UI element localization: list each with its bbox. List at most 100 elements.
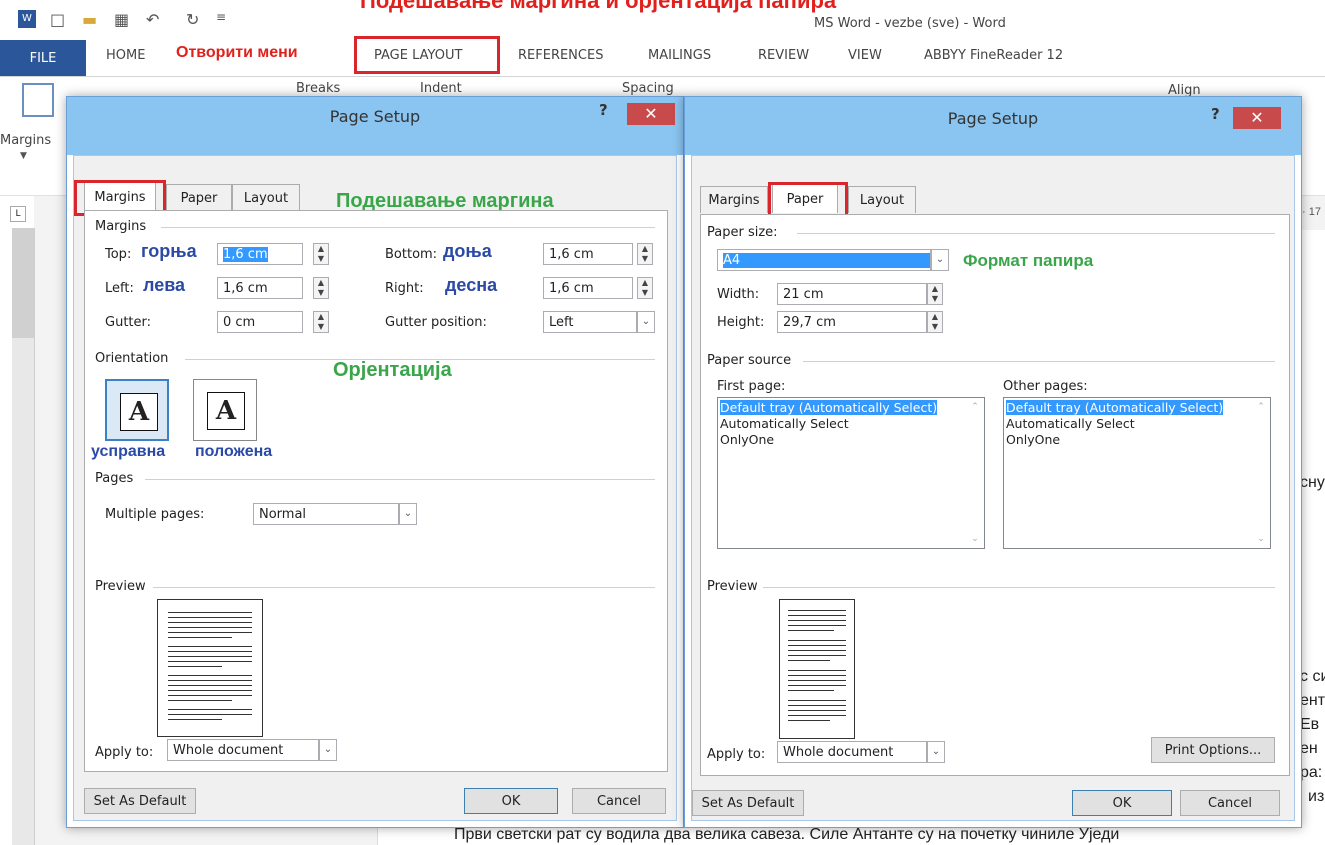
page-preview [157,599,263,737]
set-as-default-button[interactable]: Set As Default [692,790,804,816]
print-options-button[interactable]: Print Options... [1151,737,1275,763]
bottom-label: Bottom: [385,247,438,262]
dialog-title: Page Setup [947,109,1039,128]
chevron-down-icon[interactable]: ▼ [20,151,27,161]
doc-fragment: из [1308,788,1325,805]
gutter-input[interactable]: 0 cm [217,311,303,333]
bottom-margin-input[interactable]: 1,6 cm [543,243,633,265]
ok-button[interactable]: OK [1072,790,1172,816]
annotation-orientation: Орјентација [333,359,452,381]
annotation-top: горња [141,241,197,261]
annotation-landscape: положена [195,443,273,460]
height-spinner[interactable]: ▲ ▼ [927,311,943,333]
paper-size-value: A4 [723,252,930,268]
top-label: Top: [105,247,132,262]
scroll-up-icon[interactable]: ⌃ [1254,402,1268,412]
dialog-title: Page Setup [329,107,421,126]
width-input[interactable]: 21 cm [777,283,927,305]
other-pages-list[interactable]: Default tray (Automatically Select) Auto… [1003,397,1271,549]
redo-icon[interactable]: ↻ [186,10,199,29]
close-button[interactable]: ✕ [1233,107,1281,129]
page-setup-dialog-margins: Page Setup ? ✕ Margins Paper Layout Поде… [66,96,684,828]
width-spinner[interactable]: ▲ ▼ [927,283,943,305]
top-margin-input[interactable]: 1,6 cm [217,243,303,265]
doc-bottom-line: Први светски рат су водила два велика са… [454,826,1120,843]
left-margin-spinner[interactable]: ▲ ▼ [313,277,329,299]
tab-home[interactable]: HOME [106,48,145,63]
right-margin-input[interactable]: 1,6 cm [543,277,633,299]
tab-abbyy[interactable]: ABBYY FineReader 12 [924,48,1063,63]
other-pages-label: Other pages: [1003,379,1088,394]
chevron-down-icon[interactable]: ⌄ [637,311,655,333]
left-label: Left: [105,281,134,296]
open-folder-icon[interactable]: ▬ [82,10,97,29]
chevron-down-icon[interactable]: ⌄ [399,503,417,525]
list-item[interactable]: OnlyOne [1006,432,1060,447]
tab-layout[interactable]: Layout [232,184,300,211]
cancel-button[interactable]: Cancel [572,788,666,814]
landscape-button[interactable]: A [193,379,257,441]
margins-icon[interactable] [22,83,54,117]
multiple-pages-select[interactable]: Normal [253,503,399,525]
left-margin-input[interactable]: 1,6 cm [217,277,303,299]
customize-toolbar-icon[interactable]: ≡ [216,10,226,24]
scroll-down-icon[interactable]: ⌄ [968,534,982,544]
list-item[interactable]: Default tray (Automatically Select) [1006,400,1224,415]
tab-mailings[interactable]: MAILINGS [648,48,711,63]
gutter-position-select[interactable]: Left [543,311,637,333]
chevron-down-icon[interactable]: ⌄ [319,739,337,761]
title-bar: W □ ▬ ▦ ↶ ↻ ≡ Подешавање маргина и орјен… [0,0,1325,40]
chevron-down-icon[interactable]: ⌄ [931,249,949,271]
height-input[interactable]: 29,7 cm [777,311,927,333]
section-pages: Pages [95,471,134,486]
right-margin-spinner[interactable]: ▲ ▼ [637,277,653,299]
close-button[interactable]: ✕ [627,103,675,125]
ribbon-breaks-label[interactable]: Breaks [296,81,340,96]
list-item[interactable]: Automatically Select [720,416,849,431]
first-page-list[interactable]: Default tray (Automatically Select) Auto… [717,397,985,549]
tab-file[interactable]: FILE [0,40,86,76]
vertical-ruler [12,228,35,845]
tab-margins[interactable]: Margins [700,186,768,213]
tab-review[interactable]: REVIEW [758,48,809,63]
gutter-label: Gutter: [105,315,152,330]
set-as-default-button[interactable]: Set As Default [84,788,196,814]
tab-layout[interactable]: Layout [848,186,916,213]
tab-view[interactable]: VIEW [848,48,882,63]
apply-to-select[interactable]: Whole document [167,739,319,761]
help-button[interactable]: ? [599,101,608,119]
ribbon-margins-label[interactable]: Margins [0,133,51,148]
new-document-icon[interactable]: □ [50,10,65,29]
ok-button[interactable]: OK [464,788,558,814]
chevron-down-icon[interactable]: ⌄ [927,741,945,763]
bottom-margin-spinner[interactable]: ▲ ▼ [637,243,653,265]
annotation-bottom: доња [443,241,492,261]
annotation-right: десна [445,275,498,295]
help-button[interactable]: ? [1211,105,1220,123]
portrait-icon: A [120,393,158,431]
annotation-left: лева [143,275,186,295]
apply-to-select[interactable]: Whole document [777,741,927,763]
dialog-body: Margins Paper Layout Подешавање маргина … [73,155,677,821]
doc-fragment: с си [1300,668,1325,685]
portrait-button[interactable]: A [105,379,169,441]
list-item[interactable]: Default tray (Automatically Select) [720,400,938,415]
list-item[interactable]: Automatically Select [1006,416,1135,431]
tab-references[interactable]: REFERENCES [518,48,603,63]
annotation-paper-format: Формат папира [963,251,1094,270]
scroll-down-icon[interactable]: ⌄ [1254,534,1268,544]
annotation-portrait: усправна [91,443,166,460]
list-item[interactable]: OnlyOne [720,432,774,447]
save-icon[interactable]: ▦ [114,10,129,29]
undo-icon[interactable]: ↶ [146,10,159,29]
annotation-open-menu: Отворити мени [176,44,298,61]
window-title: MS Word - vezbe (sve) - Word [814,16,1006,31]
scroll-up-icon[interactable]: ⌃ [968,402,982,412]
tab-paper[interactable]: Paper [166,184,232,211]
gutter-position-label: Gutter position: [385,315,487,330]
top-margin-spinner[interactable]: ▲ ▼ [313,243,329,265]
cancel-button[interactable]: Cancel [1180,790,1280,816]
page-setup-dialog-paper: Page Setup ? ✕ Margins Paper Layout Pape… [684,96,1302,828]
gutter-spinner[interactable]: ▲ ▼ [313,311,329,333]
paper-size-select[interactable]: A4 [717,249,931,271]
